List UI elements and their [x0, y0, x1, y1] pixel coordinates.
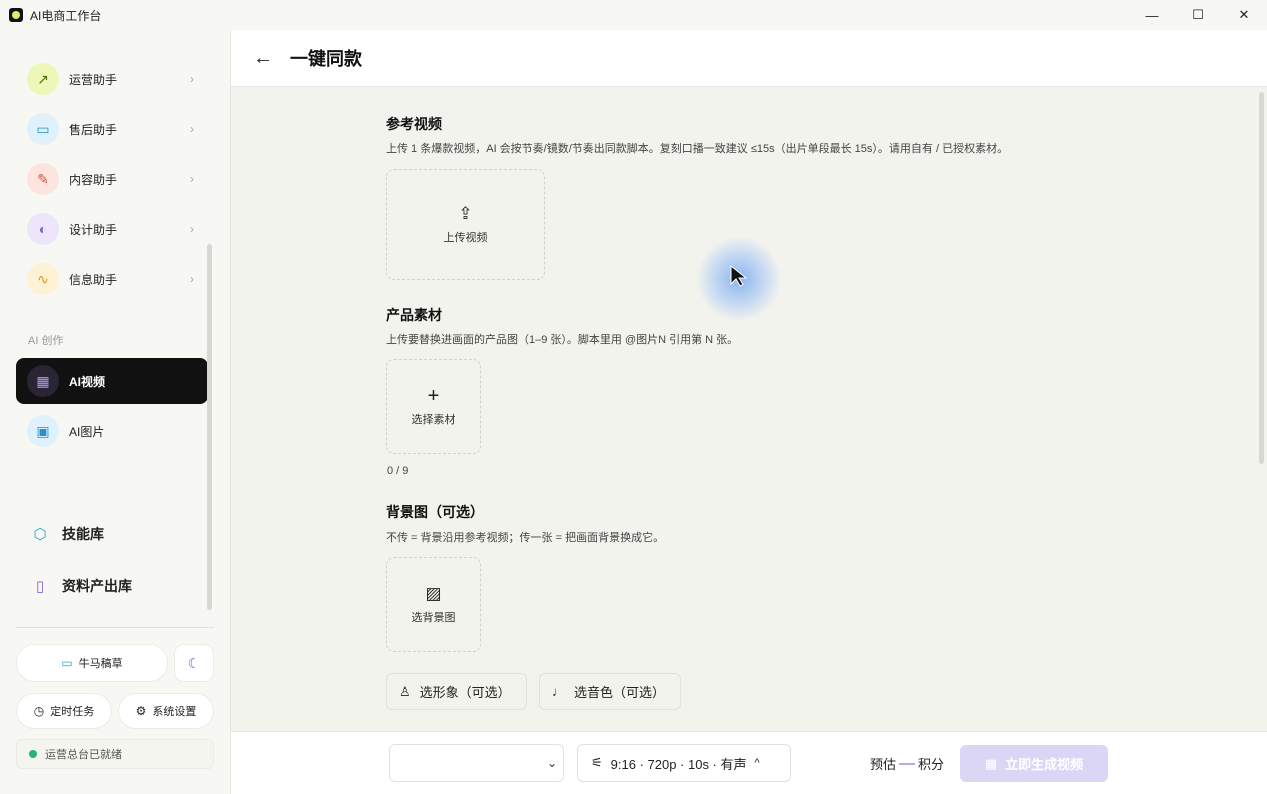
draft-button-label: 牛马稿草	[78, 658, 123, 670]
reference-video-desc: 上传 1 条爆款视频，AI 会按节奏/镜数/节奏出同款脚本。复刻口播一致建议 ≤…	[386, 143, 1009, 155]
chat-icon: ▭	[27, 113, 59, 145]
estimate-placeholder	[899, 762, 916, 765]
select-avatar-label: 选形象（可选）	[419, 685, 511, 700]
model-select[interactable]: ⌄	[389, 744, 564, 782]
settings-button[interactable]: ⚙ 系统设置	[118, 693, 214, 729]
material-count: 0 / 9	[387, 465, 409, 477]
sidebar-scrollbar[interactable]	[207, 244, 212, 610]
maximize-button[interactable]: ☐	[1175, 0, 1221, 30]
generate-video-button[interactable]: ▦ 立即生成视频	[960, 745, 1108, 782]
sidebar-item-design[interactable]: ◐ 设计助手 ›	[16, 207, 208, 251]
pen-icon: ✎	[27, 163, 59, 195]
status-indicator: 运营总台已就绪	[16, 739, 214, 769]
back-arrow-icon[interactable]: ←	[253, 47, 275, 70]
background-desc: 不传 = 背景沿用参考视频；传一张 = 把画面背景换成它。	[386, 532, 665, 544]
divider	[16, 627, 214, 628]
select-voice-button[interactable]: ♩ 选音色（可选）	[539, 673, 681, 710]
page-header: ← 一键同款	[231, 30, 1267, 87]
minimize-button[interactable]: —	[1129, 0, 1175, 30]
title-bar: AI电商工作台 — ☐ ✕	[0, 0, 1267, 30]
palette-icon: ◐	[27, 213, 59, 245]
select-material-dropzone[interactable]: + 选择素材	[386, 359, 481, 454]
sidebar-item-label: 设计助手	[69, 222, 118, 237]
background-title: 背景图（可选）	[386, 504, 484, 520]
select-material-label: 选择素材	[411, 413, 456, 426]
sidebar-item-label: 技能库	[62, 526, 104, 542]
app-logo-icon	[9, 8, 23, 22]
estimate-prefix: 预估	[870, 757, 897, 772]
sidebar-item-after-sales[interactable]: ▭ 售后助手 ›	[16, 107, 208, 151]
select-avatar-button[interactable]: ♙ 选形象（可选）	[386, 673, 527, 710]
chevron-down-icon: ⌄	[546, 756, 557, 770]
sidebar-item-info[interactable]: ∿ 信息助手 ›	[16, 257, 208, 301]
gear-icon: ⚙	[135, 704, 147, 718]
settings-label: 系统设置	[152, 706, 197, 718]
estimate-suffix: 积分	[918, 757, 945, 772]
sidebar-item-label: 内容助手	[69, 172, 118, 187]
chevron-right-icon: ›	[190, 72, 194, 86]
pulse-icon: ∿	[27, 263, 59, 295]
scheduled-tasks-button[interactable]: ◷ 定时任务	[16, 693, 112, 729]
draft-button[interactable]: ▭ 牛马稿草	[16, 644, 168, 682]
book-icon: ▯	[35, 578, 45, 595]
close-button[interactable]: ✕	[1221, 0, 1267, 30]
page-title: 一键同款	[290, 49, 362, 69]
upload-icon: ⇪	[458, 203, 473, 223]
sidebar-item-label: 售后助手	[69, 122, 118, 137]
sidebar-item-label: AI视频	[69, 374, 106, 389]
film-icon: ▦	[27, 365, 59, 397]
generate-video-label: 立即生成视频	[1005, 757, 1084, 772]
sliders-icon: ⚟	[591, 755, 603, 770]
mouse-cursor-icon	[730, 265, 748, 287]
select-background-label: 选背景图	[411, 611, 456, 624]
app-title: AI电商工作台	[30, 8, 102, 23]
main-scrollbar[interactable]	[1259, 92, 1264, 464]
select-voice-label: 选音色（可选）	[574, 685, 666, 700]
section-label-ai-creation: AI 创作	[28, 335, 64, 347]
sidebar-item-label: 资料产出库	[62, 578, 132, 594]
moon-icon: ☾	[187, 654, 201, 671]
chevron-right-icon: ›	[190, 272, 194, 286]
video-params-label: 9:16 · 720p · 10s · 有声	[610, 756, 747, 772]
cube-icon: ⬡	[33, 526, 47, 543]
sidebar-item-ai-image[interactable]: ▣ AI图片	[16, 409, 208, 453]
chevron-up-icon: ^	[754, 757, 760, 769]
sidebar-item-output-library[interactable]: ▯ 资料产出库	[30, 576, 132, 596]
video-params-button[interactable]: ⚟ 9:16 · 720p · 10s · 有声 ^	[577, 744, 791, 782]
status-dot-icon	[29, 750, 37, 758]
chevron-right-icon: ›	[190, 172, 194, 186]
reference-video-title: 参考视频	[386, 116, 442, 132]
image-icon: ▣	[27, 415, 59, 447]
sidebar: ↗ 运营助手 › ▭ 售后助手 › ✎ 内容助手 › ◐ 设计助手 › ∿ 信息…	[0, 30, 231, 794]
cost-estimate: 预估 积分	[870, 754, 944, 773]
upload-video-label: 上传视频	[443, 231, 488, 244]
sidebar-item-label: AI图片	[69, 424, 105, 439]
sidebar-item-label: 运营助手	[69, 72, 118, 87]
image-icon: ▨	[425, 583, 442, 603]
scheduled-tasks-label: 定时任务	[50, 706, 95, 718]
sidebar-item-operations[interactable]: ↗ 运营助手 ›	[16, 57, 208, 101]
product-material-desc: 上传要替换进画面的产品图（1–9 张）。脚本里用 @图片N 引用第 N 张。	[386, 334, 739, 346]
user-icon: ♙	[399, 683, 411, 699]
product-material-title: 产品素材	[386, 307, 442, 323]
sidebar-item-ai-video[interactable]: ▦ AI视频	[16, 358, 208, 404]
window-controls: — ☐ ✕	[1129, 0, 1267, 30]
plus-icon: +	[427, 384, 440, 407]
chevron-right-icon: ›	[190, 122, 194, 136]
wallet-icon: ▭	[61, 656, 73, 670]
film-icon: ▦	[984, 755, 998, 771]
sidebar-item-content[interactable]: ✎ 内容助手 ›	[16, 157, 208, 201]
upload-video-dropzone[interactable]: ⇪ 上传视频	[386, 169, 545, 280]
status-text: 运营总台已就绪	[45, 749, 122, 761]
microphone-icon: ♩	[552, 684, 565, 699]
trend-icon: ↗	[27, 63, 59, 95]
chevron-right-icon: ›	[190, 222, 194, 236]
clock-icon: ◷	[33, 704, 45, 718]
theme-toggle-button[interactable]: ☾	[174, 644, 214, 682]
sidebar-item-label: 信息助手	[69, 272, 118, 287]
sidebar-item-skills[interactable]: ⬡ 技能库	[30, 524, 104, 544]
select-background-dropzone[interactable]: ▨ 选背景图	[386, 557, 481, 652]
